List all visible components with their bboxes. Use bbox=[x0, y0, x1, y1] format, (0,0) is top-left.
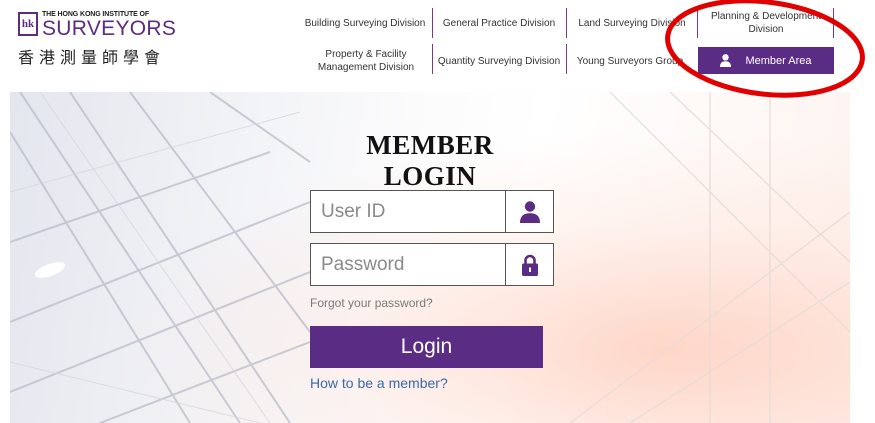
logo-org-main: SURVEYORS bbox=[42, 17, 177, 40]
member-area-label: Member Area bbox=[745, 54, 812, 67]
person-icon bbox=[720, 54, 732, 67]
logo-org-chinese: 香港測量師學會 bbox=[18, 48, 166, 67]
user-icon bbox=[505, 191, 553, 232]
logo-mark-icon: hk bbox=[18, 12, 38, 36]
nav-separator bbox=[432, 44, 433, 74]
password-input[interactable] bbox=[311, 244, 507, 285]
nav-separator bbox=[432, 8, 433, 38]
member-login-title: MEMBER LOGIN bbox=[366, 130, 494, 191]
nav-separator bbox=[566, 44, 567, 74]
lock-icon bbox=[505, 244, 553, 285]
nav-planning-development[interactable]: Planning & Development Division bbox=[700, 4, 832, 42]
nav-separator bbox=[833, 8, 834, 38]
user-id-input[interactable] bbox=[311, 191, 507, 232]
member-area-button[interactable]: Member Area bbox=[698, 47, 834, 74]
hkis-logo[interactable]: hk THE HONG KONG INSTITUTE OF SURVEYORS … bbox=[18, 8, 188, 68]
nav-quantity-surveying[interactable]: Quantity Surveying Division bbox=[435, 48, 563, 74]
password-field bbox=[310, 243, 554, 286]
forgot-password-link[interactable]: Forgot your password? bbox=[310, 296, 433, 310]
nav-building-surveying[interactable]: Building Surveying Division bbox=[300, 10, 430, 36]
nav-separator bbox=[697, 8, 698, 38]
nav-separator bbox=[566, 8, 567, 38]
nav-young-surveyors[interactable]: Young Surveyors Group bbox=[569, 48, 691, 74]
how-to-be-member-link[interactable]: How to be a member? bbox=[310, 375, 448, 391]
nav-land-surveying[interactable]: Land Surveying Division bbox=[569, 10, 695, 36]
nav-general-practice[interactable]: General Practice Division bbox=[435, 10, 563, 36]
nav-property-facility[interactable]: Property & Facility Management Division bbox=[300, 44, 432, 78]
login-button[interactable]: Login bbox=[310, 326, 543, 368]
user-id-field bbox=[310, 190, 554, 233]
